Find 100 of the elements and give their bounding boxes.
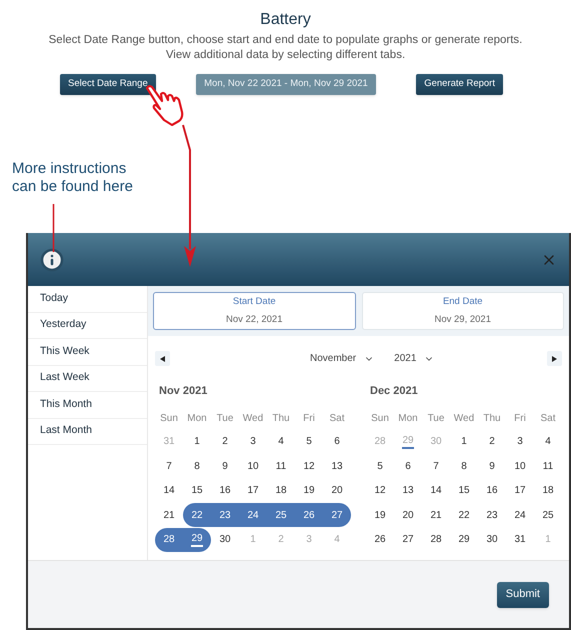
calendar-day[interactable]: 11 — [267, 454, 295, 478]
calendar-day[interactable]: 7 — [422, 454, 450, 478]
weekday-label: Mon — [187, 412, 207, 426]
year-dropdown[interactable]: 2021 — [394, 351, 434, 366]
calendar-day[interactable]: 4 — [267, 430, 295, 454]
calendar-day[interactable]: 1 — [450, 430, 478, 454]
action-button[interactable]: Generate Report — [416, 74, 503, 95]
calendar-day[interactable]: 29 — [183, 528, 211, 552]
weekday-label: Sat — [540, 412, 556, 426]
calendar-day[interactable]: 9 — [478, 454, 506, 478]
page-title: Battery — [260, 10, 311, 30]
weekday-label: Sun — [160, 412, 178, 426]
calendar-day[interactable]: 17 — [506, 478, 534, 503]
calendar-day[interactable]: 19 — [295, 478, 323, 503]
weekday-label: Mon — [398, 412, 418, 426]
calendar-day[interactable]: 18 — [267, 478, 295, 503]
weekday-label: Fri — [514, 412, 526, 426]
calendar-day[interactable]: 27 — [394, 528, 422, 552]
weekday-label: Thu — [483, 412, 501, 426]
calendar-day[interactable]: 10 — [506, 454, 534, 478]
preset-item[interactable]: Last Week — [28, 366, 147, 392]
calendar-day[interactable]: 27 — [323, 503, 351, 528]
calendar-day[interactable]: 3 — [506, 430, 534, 454]
calendar-day[interactable]: 26 — [295, 503, 323, 528]
annotation-text: More instructions — [12, 160, 126, 178]
calendar-day[interactable]: 28 — [422, 528, 450, 552]
calendar-day[interactable]: 19 — [366, 503, 394, 528]
calendar-day[interactable]: 21 — [422, 503, 450, 528]
calendar-day[interactable]: 18 — [534, 478, 562, 503]
calendar-day[interactable]: 28 — [155, 528, 183, 552]
weekday-label: Thu — [272, 412, 290, 426]
calendar-day[interactable]: 30 — [478, 528, 506, 552]
calendar-day[interactable]: 26 — [366, 528, 394, 552]
calendar-day[interactable]: 23 — [478, 503, 506, 528]
calendar-day[interactable]: 1 — [183, 430, 211, 454]
preset-item[interactable]: Yesterday — [28, 312, 147, 339]
previous-month-button[interactable] — [155, 351, 170, 366]
calendar-day[interactable]: 5 — [295, 430, 323, 454]
calendar-day[interactable]: 5 — [366, 454, 394, 478]
calendar-day[interactable]: 11 — [534, 454, 562, 478]
date-field[interactable]: Start Date Nov 22, 2021 — [153, 292, 356, 330]
weekday-label: Sat — [329, 412, 344, 426]
calendar-day[interactable]: 21 — [155, 503, 183, 528]
calendar-day[interactable]: 14 — [155, 478, 183, 503]
preset-item[interactable]: Today — [28, 286, 147, 312]
calendar-day[interactable]: 2 — [478, 430, 506, 454]
calendar-day[interactable]: 29 — [450, 528, 478, 552]
calendar-day[interactable]: 12 — [295, 454, 323, 478]
right-triangle-icon — [552, 356, 557, 362]
calendar-day[interactable]: 13 — [394, 478, 422, 503]
annotation-text: can be found here — [12, 178, 133, 196]
calendar-day[interactable]: 7 — [155, 454, 183, 478]
weekday-label: Sun — [371, 412, 389, 426]
calendar-day[interactable]: 23 — [211, 503, 239, 528]
calendar-day[interactable]: 24 — [239, 503, 267, 528]
month-title: Nov 2021 — [159, 384, 208, 399]
calendar-day[interactable]: 14 — [422, 478, 450, 503]
calendar-day[interactable]: 6 — [394, 454, 422, 478]
calendar-day[interactable]: 12 — [366, 478, 394, 503]
calendar-day[interactable]: 15 — [183, 478, 211, 503]
preset-item[interactable]: This Month — [28, 392, 147, 418]
page-description: Select Date Range button, choose start and end date to populate graphs or generate reports. — [48, 34, 522, 47]
calendar-day[interactable]: 31 — [506, 528, 534, 552]
page-description: View additional data by selecting different tabs. — [166, 49, 406, 62]
calendar-day[interactable]: 16 — [478, 478, 506, 503]
calendar-day[interactable]: 4 — [534, 430, 562, 454]
calendar-day[interactable]: 25 — [267, 503, 295, 528]
calendar-day[interactable]: 15 — [450, 478, 478, 503]
month-dropdown[interactable]: November — [310, 351, 374, 366]
calendar-day[interactable]: 17 — [239, 478, 267, 503]
submit-button[interactable]: Submit — [496, 582, 549, 608]
preset-item[interactable]: This Week — [28, 339, 147, 366]
month-title: Dec 2021 — [370, 384, 418, 399]
calendar-day[interactable]: 22 — [183, 503, 211, 528]
calendar-day[interactable]: 20 — [394, 503, 422, 528]
calendar-day[interactable]: 10 — [239, 454, 267, 478]
calendar-day[interactable]: 9 — [211, 454, 239, 478]
info-icon[interactable] — [40, 248, 64, 272]
calendar-day[interactable]: 8 — [183, 454, 211, 478]
weekday-label: Tue — [428, 412, 444, 426]
weekday-label: Wed — [454, 412, 474, 426]
preset-item[interactable]: Last Month — [28, 418, 147, 445]
weekday-label: Fri — [303, 412, 315, 426]
calendar-day[interactable]: 8 — [450, 454, 478, 478]
calendar-day[interactable]: 25 — [534, 503, 562, 528]
calendar-day[interactable]: 30 — [211, 528, 239, 552]
calendar-day[interactable]: 20 — [323, 478, 351, 503]
next-month-button[interactable] — [547, 351, 562, 366]
calendar-day[interactable]: 24 — [506, 503, 534, 528]
date-field[interactable]: End Date Nov 29, 2021 — [362, 292, 564, 330]
weekday-label: Wed — [242, 412, 264, 426]
action-button[interactable]: Select Date Range — [60, 74, 156, 95]
leader-line — [52, 204, 55, 252]
calendar-day[interactable]: 3 — [239, 430, 267, 454]
calendar-day[interactable]: 6 — [323, 430, 351, 454]
calendar-day[interactable]: 16 — [211, 478, 239, 503]
calendar-day[interactable]: 13 — [323, 454, 351, 478]
calendar-day[interactable]: 22 — [450, 503, 478, 528]
weekday-label: Tue — [216, 412, 234, 426]
calendar-day[interactable]: 2 — [211, 430, 239, 454]
